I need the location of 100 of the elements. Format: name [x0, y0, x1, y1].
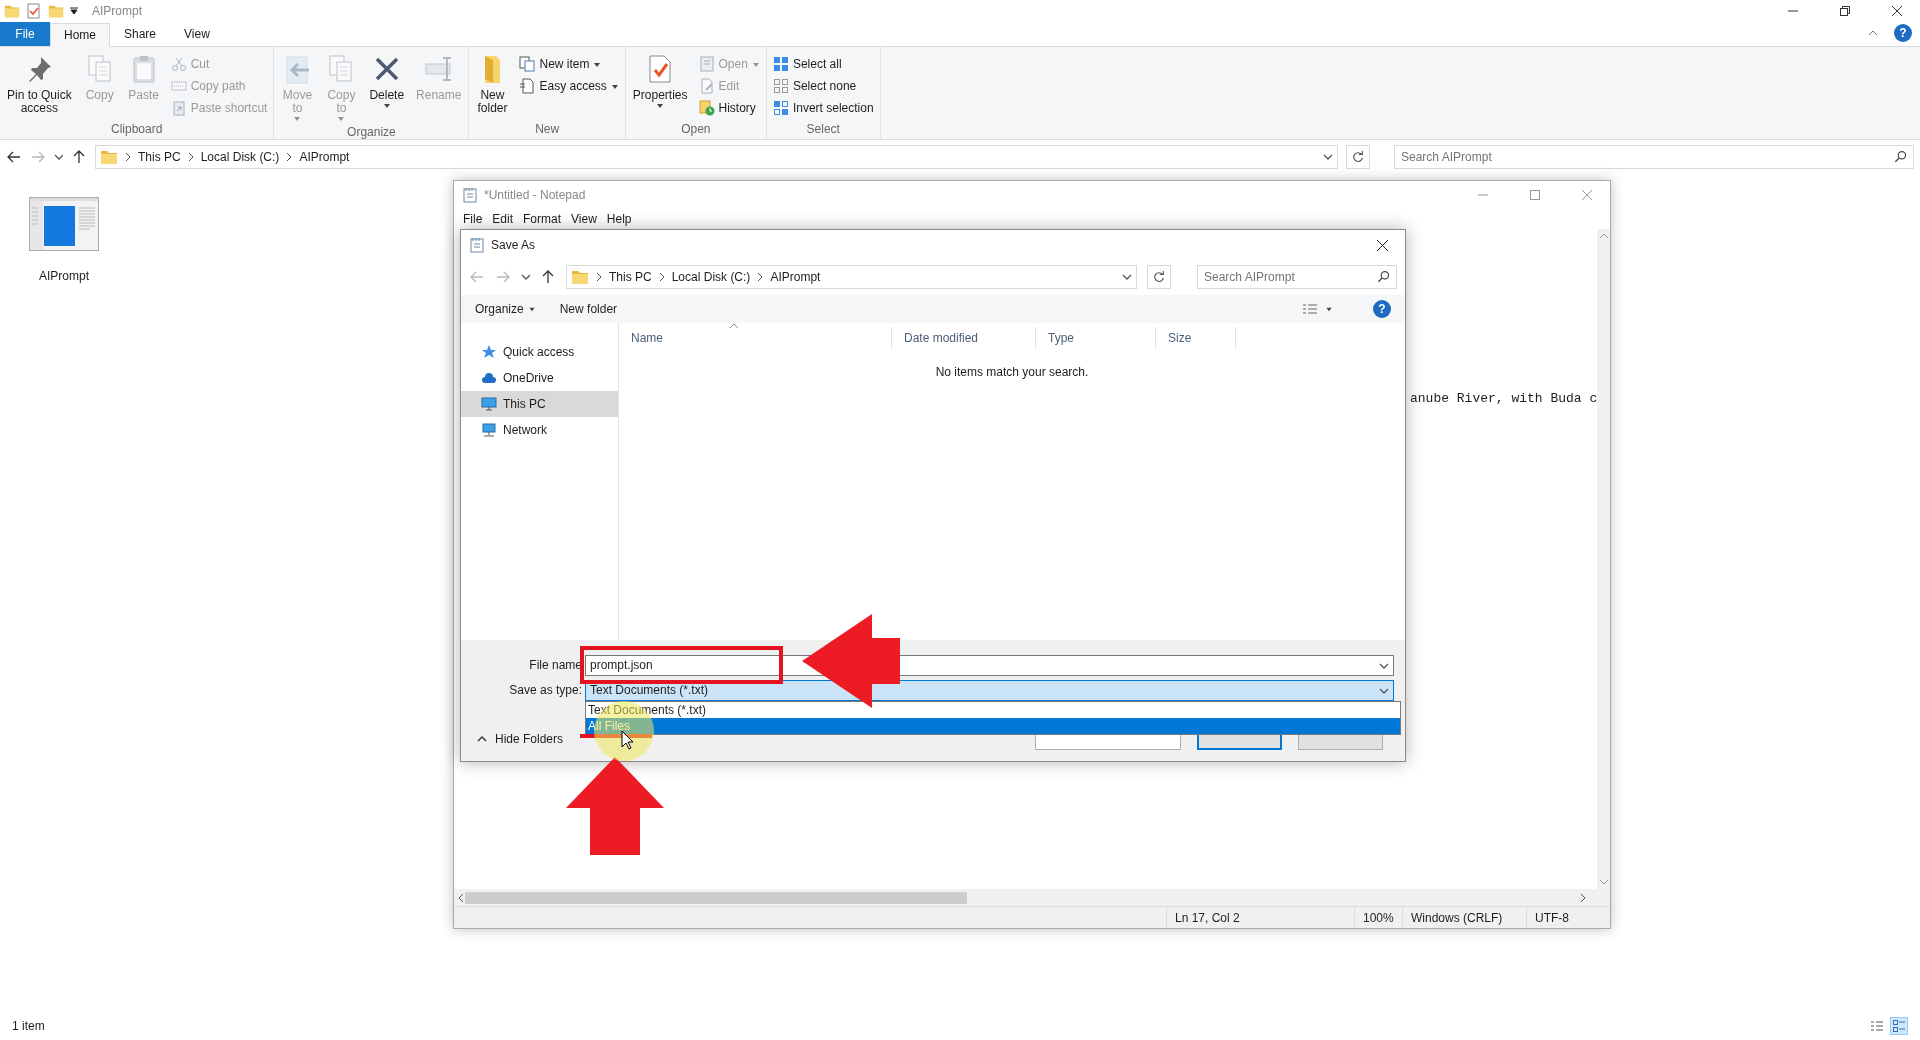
ribbon-button[interactable]: History: [695, 97, 763, 119]
empty-message: No items match your search.: [935, 365, 1089, 379]
close-icon[interactable]: [1892, 6, 1902, 16]
column-header[interactable]: Size: [1156, 327, 1236, 349]
network-icon: [481, 422, 497, 438]
ribbon-button[interactable]: Pin to Quick access: [3, 49, 76, 119]
ribbon-button[interactable]: Select all: [769, 53, 877, 75]
chevron-up-icon: [477, 736, 487, 742]
group-label: Organize: [347, 125, 396, 139]
ribbon-tab[interactable]: File: [0, 22, 50, 46]
refresh-button[interactable]: [1346, 145, 1370, 169]
file-thumbnail-icon[interactable]: [29, 197, 99, 251]
chevron-down-icon: [1379, 687, 1389, 694]
ribbon-button[interactable]: Properties: [628, 49, 692, 119]
search-field[interactable]: Search AIPrompt: [1394, 145, 1914, 169]
arrow-up-icon[interactable]: [71, 149, 87, 165]
toolbar-button[interactable]: Organize: [475, 301, 536, 317]
arrow-up-icon[interactable]: [540, 269, 556, 285]
checked-document-icon[interactable]: [26, 3, 42, 19]
chevron-right-icon: [285, 152, 294, 162]
chevron-up-icon[interactable]: [1868, 30, 1878, 36]
caret-icon[interactable]: [70, 7, 78, 15]
search-icon[interactable]: [1894, 150, 1908, 164]
breadcrumb-item[interactable]: Local Disk (C:): [200, 149, 280, 165]
address-bar[interactable]: This PC Local Disk (C:) AIPrompt: [566, 265, 1137, 289]
text-line: anube River, with Buda c: [1410, 391, 1598, 407]
caret-icon: [610, 82, 619, 90]
ribbon-button[interactable]: Delete: [365, 49, 409, 122]
chevron-down-icon: [1379, 662, 1389, 669]
ribbon-button[interactable]: New folder: [472, 49, 513, 119]
status-text: UTF-8: [1526, 907, 1610, 928]
file-type-dropdown[interactable]: Text Documents (*.txt): [585, 680, 1394, 701]
breadcrumb-item[interactable]: AIPrompt: [299, 149, 350, 165]
menu-item[interactable]: Help: [601, 211, 637, 227]
nav-item[interactable]: Quick access: [461, 339, 618, 365]
dialog-title: Save As: [491, 237, 536, 253]
chevron-right-icon: [595, 272, 603, 282]
nav-item[interactable]: OneDrive: [461, 365, 618, 391]
scroll-right-icon[interactable]: [1581, 893, 1586, 902]
new-item-icon: [519, 56, 536, 72]
menu-item[interactable]: Edit: [487, 211, 519, 227]
group-label: Clipboard: [111, 122, 163, 136]
column-header[interactable]: Name: [619, 327, 892, 349]
scroll-left-icon[interactable]: [458, 893, 463, 902]
help-button[interactable]: ?: [1894, 24, 1912, 42]
group-label: Select: [806, 122, 840, 136]
window-title: *Untitled - Notepad: [484, 187, 586, 203]
column-header[interactable]: Date modified: [892, 327, 1036, 349]
restore-icon[interactable]: [1840, 6, 1850, 16]
nav-item[interactable]: Network: [461, 417, 618, 443]
close-icon[interactable]: [1376, 239, 1388, 251]
breadcrumb-item[interactable]: This PC: [609, 269, 652, 285]
tiles-view-icon: [1893, 1020, 1905, 1032]
hide-folders-button[interactable]: Hide Folders: [477, 731, 564, 747]
pencil-icon: [698, 78, 715, 94]
caret-icon: [593, 60, 602, 68]
column-header[interactable]: Type: [1036, 327, 1156, 349]
ribbon-button[interactable]: Easy access: [516, 75, 622, 97]
menu-item[interactable]: File: [458, 211, 488, 227]
address-bar[interactable]: This PC Local Disk (C:) AIPrompt: [95, 145, 1338, 169]
star-icon: [481, 344, 497, 360]
scroll-down-icon[interactable]: [1599, 880, 1608, 885]
cloud-icon: [481, 370, 497, 386]
breadcrumb-item[interactable]: This PC: [138, 149, 181, 165]
scroll-up-icon[interactable]: [1599, 233, 1608, 238]
caret-icon: [293, 115, 302, 122]
folder-icon: [571, 268, 589, 286]
caret-icon: [382, 102, 391, 109]
help-button[interactable]: ?: [1373, 300, 1391, 318]
caret-icon[interactable]: [54, 154, 63, 160]
search-icon[interactable]: [1377, 270, 1391, 284]
breadcrumb-item[interactable]: Local Disk (C:): [671, 269, 751, 285]
ribbon-tab[interactable]: View: [170, 22, 224, 46]
arrow-left-icon[interactable]: [6, 149, 22, 165]
mouse-pointer-icon: [621, 730, 634, 750]
ribbon-button[interactable]: Invert selection: [769, 97, 877, 119]
menu-item[interactable]: Format: [518, 211, 567, 227]
ribbon-tab[interactable]: Home: [50, 23, 110, 47]
dropdown-option[interactable]: Text Documents (*.txt): [586, 702, 1400, 718]
refresh-button[interactable]: [1147, 265, 1171, 289]
nav-item[interactable]: This PC: [461, 391, 618, 417]
caret-icon: [527, 306, 536, 312]
refresh-icon: [1152, 270, 1166, 284]
ribbon-button[interactable]: New item: [516, 53, 622, 75]
view-options-button[interactable]: [1303, 304, 1333, 314]
annotation-underline: [580, 734, 652, 738]
maximize-icon[interactable]: [1530, 190, 1540, 200]
breadcrumb-item[interactable]: AIPrompt: [770, 269, 821, 285]
ribbon-button[interactable]: Select none: [769, 75, 877, 97]
history-icon: [698, 100, 715, 116]
view-button[interactable]: [1890, 1017, 1908, 1035]
menu-item[interactable]: View: [566, 211, 602, 227]
monitor-icon: [481, 396, 497, 412]
scrollbar-thumb[interactable]: [465, 891, 967, 904]
search-field[interactable]: Search AIPrompt: [1197, 265, 1397, 289]
status-text: 100%: [1354, 907, 1402, 928]
toolbar-button[interactable]: New folder: [559, 301, 618, 317]
ribbon-tab[interactable]: Share: [110, 22, 171, 46]
caret-icon[interactable]: [521, 274, 530, 280]
file-name[interactable]: AIPrompt: [39, 269, 89, 284]
